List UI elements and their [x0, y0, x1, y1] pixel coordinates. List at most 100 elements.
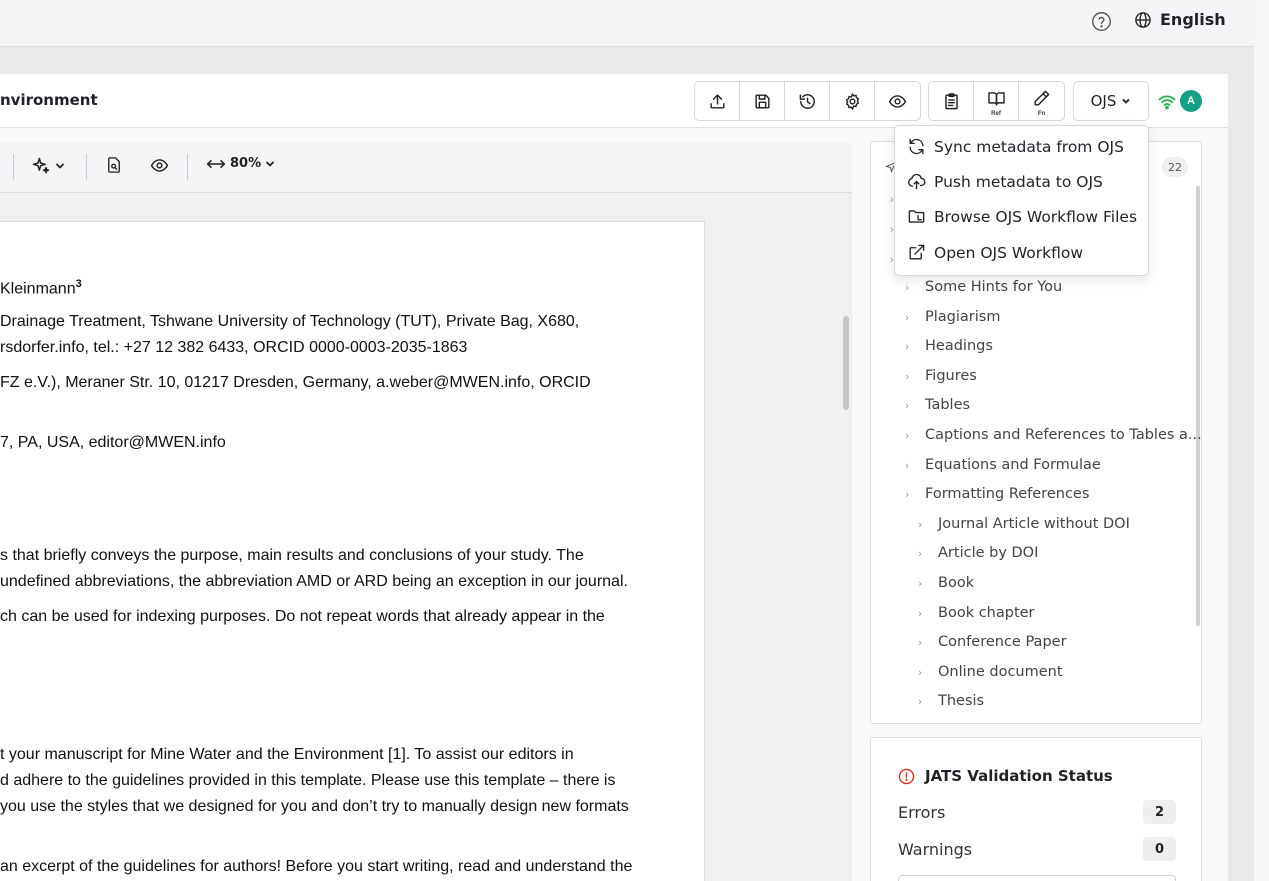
clipboard-button[interactable] [929, 82, 974, 120]
save-icon [754, 93, 770, 109]
outline-item[interactable]: › Conference Paper [918, 634, 1067, 650]
document-search-button[interactable] [105, 156, 123, 174]
chevron-right-icon[interactable]: › [918, 547, 928, 560]
errors-label: Errors [898, 802, 946, 822]
sync-metadata-item[interactable]: Sync metadata from OJS [907, 137, 1124, 156]
chevron-right-icon[interactable]: › [905, 281, 915, 294]
connection-status-icon [1158, 95, 1176, 110]
references-button[interactable]: Ref [974, 82, 1019, 120]
outline-item[interactable]: › Journal Article without DOI [918, 516, 1130, 532]
outline-item[interactable]: › Thesis [918, 693, 984, 709]
push-metadata-item[interactable]: Push metadata to OJS [907, 172, 1103, 191]
view-toggle-button[interactable] [150, 156, 169, 175]
outline-item[interactable]: › Equations and Formulae [905, 457, 1101, 473]
file-actions-group [694, 81, 921, 121]
chevron-down-icon [266, 161, 275, 166]
chevron-down-icon [56, 163, 64, 169]
abstract-line: s that briefly conveys the purpose, main… [0, 547, 584, 564]
fn-label: Fn [1037, 111, 1046, 117]
chevron-right-icon[interactable]: › [905, 459, 915, 472]
toolbar-divider [187, 154, 188, 180]
question-circle-icon[interactable] [1091, 11, 1112, 32]
user-avatar[interactable]: A [1180, 90, 1202, 112]
outline-item[interactable]: › Plagiarism [905, 309, 1000, 325]
outline-item[interactable]: › Some Hints for You [905, 279, 1062, 295]
outline-item[interactable]: › Headings [905, 338, 993, 354]
width-arrows-icon [206, 159, 226, 168]
outline-count-badge: 22 [1162, 157, 1188, 177]
abstract-line: undefined abbreviations, the abbreviatio… [0, 573, 628, 590]
keywords-line: ch can be used for indexing purposes. Do… [0, 608, 605, 625]
page-scrollbar[interactable] [1254, 0, 1269, 881]
zoom-dropdown[interactable]: 80% [206, 156, 275, 171]
chevron-right-icon[interactable]: › [905, 370, 915, 383]
file-search-icon [108, 157, 120, 173]
upload-icon [709, 93, 725, 109]
preview-button[interactable] [875, 82, 920, 120]
jats-validation-panel: JATS Validation Status Errors 2 Warnings… [870, 737, 1202, 881]
body-line: you use the styles that we designed for … [0, 798, 629, 815]
ref-label: Ref [991, 111, 1001, 117]
validation-details[interactable] [898, 875, 1176, 881]
outline-item[interactable]: › Figures [905, 368, 977, 384]
editor-toolbar: 80% [0, 142, 852, 193]
body-line: t your manuscript for Mine Water and the… [0, 746, 574, 763]
outline-item[interactable]: › Book [918, 575, 974, 591]
open-workflow-item[interactable]: Open OJS Workflow [907, 243, 1083, 262]
chevron-right-icon[interactable]: › [918, 666, 928, 679]
footnote-pen-icon [1034, 90, 1050, 106]
outline-item-label: Journal Article without DOI [938, 516, 1130, 532]
zoom-level: 80% [230, 156, 262, 171]
outline-scrollbar-thumb[interactable] [1196, 186, 1200, 626]
sparkles-icon [32, 157, 50, 174]
outline-item[interactable]: › Tables [905, 397, 970, 413]
chevron-right-icon[interactable]: › [905, 429, 915, 442]
save-button[interactable] [740, 82, 785, 120]
outline-item-label: Plagiarism [925, 309, 1001, 325]
errors-row[interactable]: Errors 2 [898, 800, 1176, 824]
chevron-right-icon[interactable]: › [918, 518, 928, 531]
document-canvas[interactable]: Kleinmann3 Drainage Treatment, Tshwane U… [0, 193, 852, 881]
globe-icon [1135, 11, 1151, 28]
ojs-label: OJS [1090, 92, 1117, 110]
outline-item[interactable]: › Formatting References [905, 486, 1089, 502]
upload-button[interactable] [695, 82, 740, 120]
author-line: Kleinmann3 [0, 278, 82, 298]
warnings-row[interactable]: Warnings 0 [898, 837, 1176, 861]
browse-files-item[interactable]: Browse OJS Workflow Files [907, 207, 1137, 226]
language-selector[interactable]: English [1134, 10, 1226, 29]
chevron-right-icon[interactable]: › [905, 488, 915, 501]
affiliation-line: Drainage Treatment, Tshwane University o… [0, 313, 580, 330]
warnings-label: Warnings [898, 839, 973, 859]
outline-item[interactable]: › Book chapter [918, 605, 1035, 621]
outline-item-label: Headings [925, 338, 993, 354]
title-bar: nvironment Ref Fn OJS A [0, 74, 1228, 128]
history-button[interactable] [785, 82, 830, 120]
ai-assist-dropdown[interactable] [31, 156, 65, 176]
chevron-right-icon[interactable]: › [918, 607, 928, 620]
outline-item[interactable]: › Article by DOI [918, 545, 1038, 561]
eye-icon [150, 159, 169, 172]
chevron-right-icon[interactable]: › [918, 636, 928, 649]
affiliation-line: 7, PA, USA, editor@MWEN.info [0, 434, 226, 451]
outline-item-label: Some Hints for You [925, 279, 1063, 295]
document-scrollbar-thumb[interactable] [843, 316, 849, 410]
references-book-icon [987, 92, 1005, 106]
jats-title: JATS Validation Status [898, 767, 1113, 785]
footnote-button[interactable]: Fn [1019, 82, 1064, 120]
outline-item-label: Thesis [938, 693, 985, 709]
chevron-right-icon[interactable]: › [905, 340, 915, 353]
outline-item[interactable]: › Captions and References to Tables a... [905, 427, 1202, 443]
ojs-menu-button[interactable]: OJS [1073, 81, 1149, 121]
folder-icon [908, 210, 925, 223]
chevron-right-icon[interactable]: › [905, 399, 915, 412]
top-bar: English [0, 0, 1254, 47]
chevron-right-icon[interactable]: › [918, 577, 928, 590]
settings-button[interactable] [830, 82, 875, 120]
history-icon [799, 93, 815, 109]
chevron-right-icon[interactable]: › [905, 311, 915, 324]
outline-item[interactable]: › Online document [918, 664, 1063, 680]
document-page[interactable]: Kleinmann3 Drainage Treatment, Tshwane U… [0, 221, 705, 881]
outline-item-label: Captions and References to Tables a... [925, 427, 1202, 443]
chevron-right-icon[interactable]: › [918, 695, 928, 708]
